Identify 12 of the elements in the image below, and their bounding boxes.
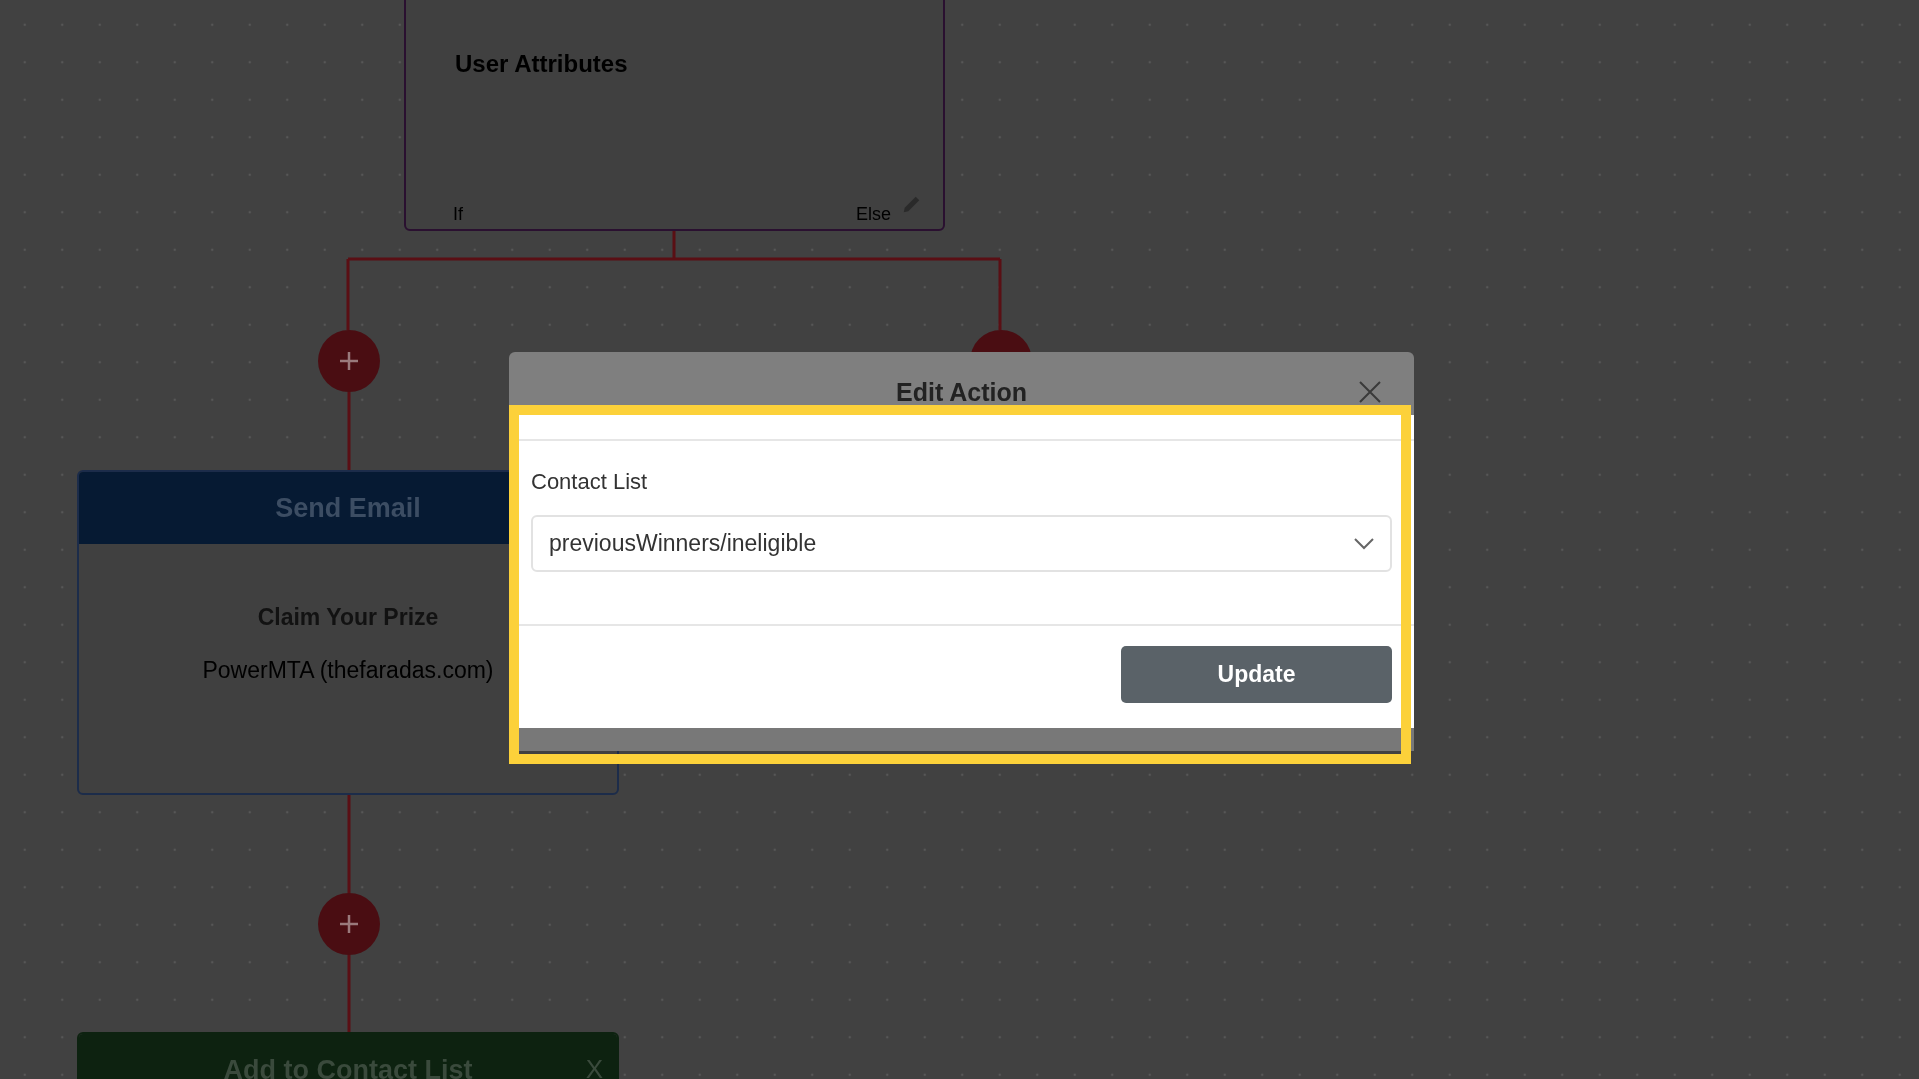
node-title: User Attributes [455,50,628,78]
email-sender: PowerMTA (thefaradas.com) [201,657,495,684]
chevron-down-icon [1354,537,1374,550]
branch-label: If [453,204,463,225]
plus-icon [339,351,359,371]
close-icon[interactable] [1358,380,1382,404]
contact-list-select[interactable]: previousWinners/ineligible [531,515,1392,572]
dialog-title: Edit Action [896,378,1027,408]
field-label: Contact List [531,469,649,495]
branch-label: Else [856,204,891,225]
update-button[interactable]: Update [1121,646,1392,703]
plus-icon [339,914,359,934]
